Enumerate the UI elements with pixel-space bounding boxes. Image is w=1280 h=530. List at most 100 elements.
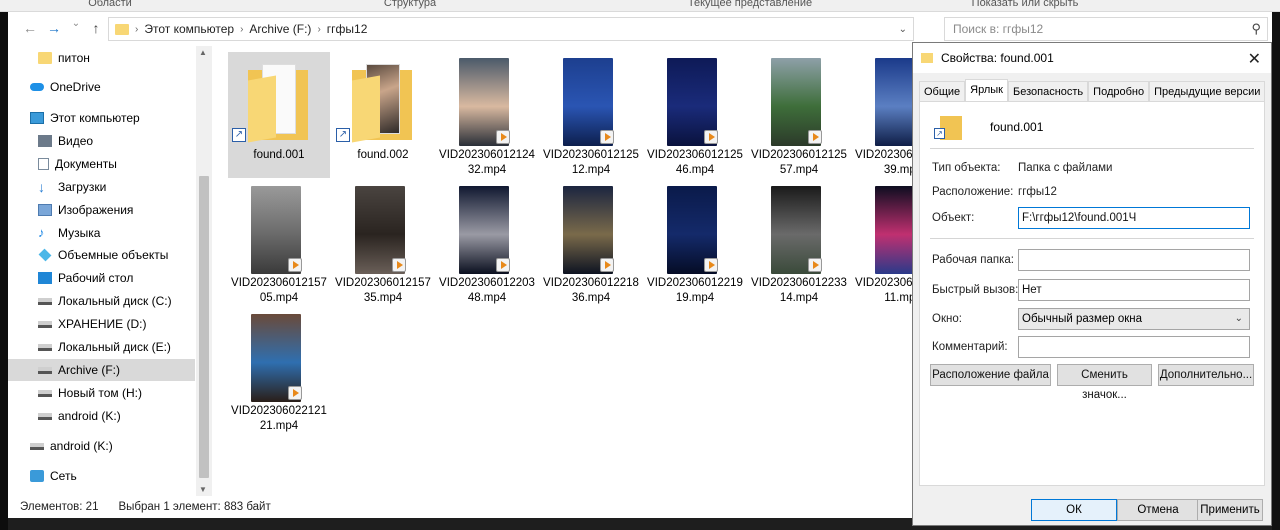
play-icon: [288, 386, 302, 400]
file-item[interactable]: ↗ found.001: [228, 52, 330, 178]
computer-icon: [30, 112, 44, 124]
search-icon[interactable]: ⚲: [1251, 21, 1261, 37]
sidebar-item-documents[interactable]: Документы: [8, 153, 195, 175]
sidebar-item-drive-d[interactable]: ХРАНЕНИЕ (D:): [8, 313, 195, 335]
file-item[interactable]: VID20230601212639.mp4: [852, 52, 912, 178]
breadcrumb-current-folder[interactable]: ггфы12: [327, 22, 368, 36]
play-icon: [288, 258, 302, 272]
file-item[interactable]: VID20230601220348.mp4: [436, 180, 538, 306]
sidebar-item-desktop[interactable]: Рабочий стол: [8, 267, 195, 289]
comment-label: Комментарий:: [932, 341, 1008, 353]
address-bar[interactable]: › Этот компьютер › Archive (F:) › ггфы12…: [108, 17, 914, 41]
window-label: Окно:: [932, 313, 962, 325]
play-icon: [808, 258, 822, 272]
file-item[interactable]: VID20230601221919.mp4: [644, 180, 746, 306]
sidebar-item-drive-h[interactable]: Новый том (H:): [8, 382, 195, 404]
sidebar-item-music[interactable]: ♪ Музыка: [8, 222, 195, 244]
tab-general[interactable]: Общие: [919, 81, 966, 102]
divider: [930, 148, 1254, 149]
navigation-pane-scrollbar[interactable]: ▲ ▼: [196, 46, 212, 496]
close-icon[interactable]: ✕: [1248, 49, 1261, 69]
chevron-right-icon[interactable]: ›: [317, 24, 320, 35]
sidebar-item-drive-c[interactable]: Локальный диск (C:): [8, 290, 195, 312]
sidebar-item-drive-f[interactable]: Archive (F:): [8, 359, 195, 381]
window-select[interactable]: Обычный размер окна ⌄: [1018, 308, 1250, 330]
cancel-button[interactable]: Отмена: [1117, 499, 1199, 521]
file-item[interactable]: VID20230601223411.mp4: [852, 180, 912, 306]
apply-button[interactable]: Применить: [1197, 499, 1263, 521]
folder-icon: [352, 64, 412, 143]
file-name: VID20230601212639.mp4: [855, 149, 912, 176]
file-item[interactable]: VID20230602212121.mp4: [228, 308, 330, 434]
hotkey-input[interactable]: Нет: [1018, 279, 1250, 301]
file-item[interactable]: VID20230601221836.mp4: [540, 180, 642, 306]
file-item[interactable]: VID20230601223314.mp4: [748, 180, 850, 306]
ribbon-group-show-hide[interactable]: Показать или скрыть: [900, 0, 1150, 10]
search-input[interactable]: Поиск в: ггфы12: [953, 22, 1043, 36]
address-dropdown-icon[interactable]: ⌄: [899, 24, 907, 35]
scroll-up-icon[interactable]: ▲: [199, 48, 207, 57]
workdir-input[interactable]: [1018, 249, 1250, 271]
properties-dialog: Свойства: found.001 ✕ Общие Ярлык Безопа…: [912, 42, 1272, 526]
breadcrumb-archive-drive[interactable]: Archive (F:): [249, 22, 311, 36]
comment-input[interactable]: [1018, 336, 1250, 358]
play-icon: [808, 130, 822, 144]
sidebar-item-pictures[interactable]: Изображения: [8, 199, 195, 221]
sidebar-item-label: Видео: [58, 134, 94, 148]
change-icon-button[interactable]: Сменить значок...: [1057, 364, 1152, 401]
file-name: VID20230601215735.mp4: [335, 277, 431, 304]
tab-details[interactable]: Подробно: [1088, 81, 1150, 102]
ribbon-group-current-view[interactable]: Текущее представление: [600, 0, 900, 10]
drive-icon: [38, 297, 52, 305]
sidebar-item-drive-k[interactable]: android (K:): [8, 405, 195, 427]
up-arrow-icon[interactable]: ↑: [84, 20, 108, 36]
ok-button[interactable]: ОК: [1031, 499, 1117, 521]
breadcrumb-this-pc[interactable]: Этот компьютер: [144, 22, 234, 36]
sidebar-item-label: Рабочий стол: [58, 271, 134, 285]
sidebar-item-3d-objects[interactable]: Объемные объекты: [8, 244, 195, 266]
search-box[interactable]: Поиск в: ггфы12 ⚲: [944, 17, 1268, 41]
file-name: VID20230601212512.mp4: [543, 149, 639, 176]
file-item[interactable]: VID20230601212512.mp4: [540, 52, 642, 178]
tab-previous-versions[interactable]: Предыдущие версии: [1149, 81, 1266, 102]
sidebar-item-drive-k-root[interactable]: android (K:): [8, 435, 195, 457]
advanced-button[interactable]: Дополнительно...: [1158, 364, 1254, 386]
sidebar-item-onedrive[interactable]: OneDrive: [8, 76, 195, 98]
folder-icon: [248, 64, 308, 143]
chevron-right-icon[interactable]: ›: [135, 24, 138, 35]
target-label: Объект:: [932, 212, 975, 224]
file-item[interactable]: VID20230601215705.mp4: [228, 180, 330, 306]
file-item[interactable]: VID20230601212557.mp4: [748, 52, 850, 178]
ribbon-group-areas[interactable]: Области: [0, 0, 220, 10]
tab-security[interactable]: Безопасность: [1008, 81, 1089, 102]
file-item[interactable]: VID20230601212546.mp4: [644, 52, 746, 178]
chevron-right-icon[interactable]: ›: [240, 24, 243, 35]
dialog-title-bar[interactable]: Свойства: found.001 ✕: [913, 43, 1271, 73]
play-icon: [600, 130, 614, 144]
play-icon: [496, 258, 510, 272]
open-file-location-button[interactable]: Расположение файла: [930, 364, 1051, 386]
forward-arrow-icon[interactable]: →: [42, 20, 66, 36]
sidebar-item-drive-e[interactable]: Локальный диск (E:): [8, 336, 195, 358]
drive-icon: [38, 412, 52, 420]
file-item[interactable]: ↗ found.002: [332, 52, 434, 178]
scroll-down-icon[interactable]: ▼: [199, 485, 207, 494]
file-item[interactable]: VID20230601215735.mp4: [332, 180, 434, 306]
scrollbar-thumb[interactable]: [199, 176, 209, 478]
back-arrow-icon[interactable]: ←: [18, 20, 42, 36]
sidebar-item-network[interactable]: Сеть: [8, 465, 195, 487]
sidebar-item-label: Локальный диск (C:): [58, 294, 172, 308]
tab-shortcut[interactable]: Ярлык: [965, 79, 1008, 102]
folder-icon: [38, 52, 52, 64]
sidebar-item-downloads[interactable]: ↓ Загрузки: [8, 176, 195, 198]
play-icon: [600, 258, 614, 272]
file-item[interactable]: VID20230601212432.mp4: [436, 52, 538, 178]
sidebar-item-piton[interactable]: питон: [8, 47, 195, 69]
file-name: VID20230601221836.mp4: [543, 277, 639, 304]
drive-icon: [38, 389, 52, 397]
target-input[interactable]: F:\ггфы12\found.001Ч: [1018, 207, 1250, 229]
folder-shortcut-icon: ↗: [934, 116, 962, 142]
sidebar-item-video[interactable]: Видео: [8, 130, 195, 152]
ribbon-group-layout[interactable]: Структура: [220, 0, 600, 10]
sidebar-item-this-pc[interactable]: Этот компьютер: [8, 107, 195, 129]
